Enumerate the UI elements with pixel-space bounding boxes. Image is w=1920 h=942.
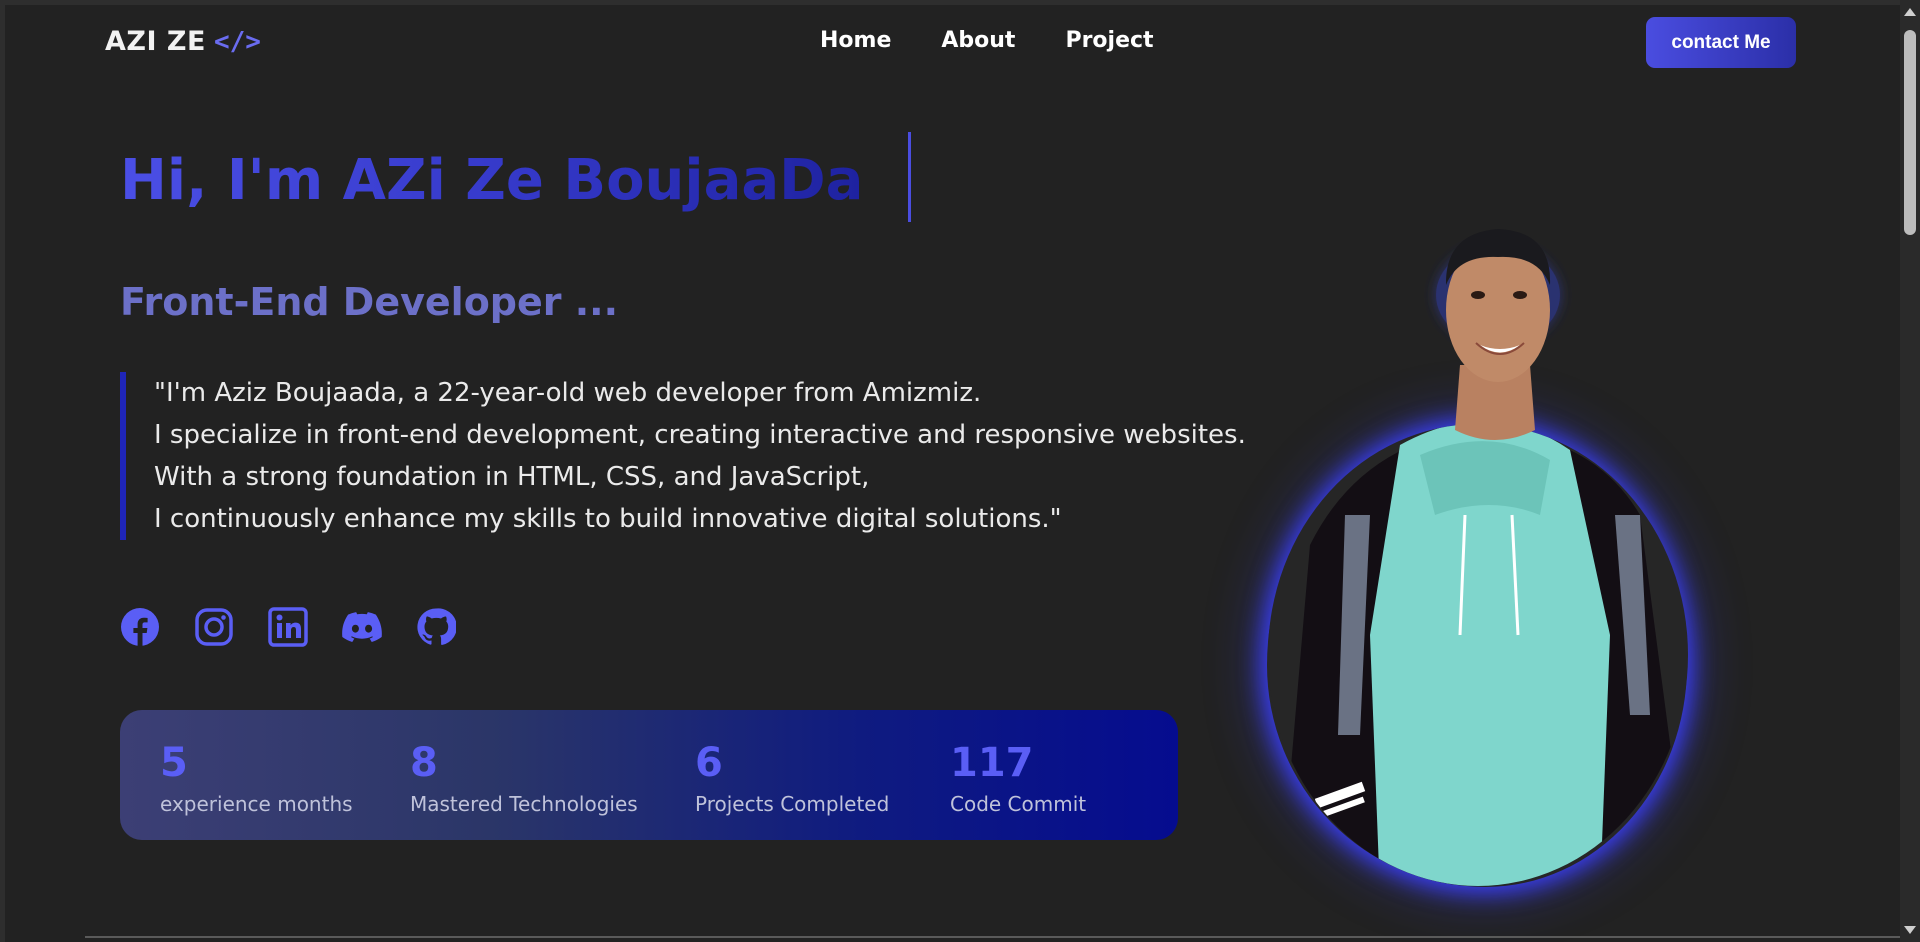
social-links	[120, 607, 490, 647]
stat-value: 6	[695, 740, 723, 786]
main-nav: Home About Project	[820, 28, 1154, 53]
facebook-icon[interactable]	[120, 607, 160, 647]
section-divider	[85, 936, 1900, 938]
contact-button[interactable]: contact Me	[1646, 17, 1796, 68]
nav-link-project[interactable]: Project	[1065, 28, 1153, 53]
hero-subtitle: Front-End Developer ...	[120, 280, 619, 324]
stats-card: 5 experience months 8 Mastered Technolog…	[120, 710, 1178, 840]
bio-line: I specialize in front-end development, c…	[154, 420, 1246, 450]
stat-value: 5	[160, 740, 188, 786]
logo-text: AZI ZE	[105, 26, 206, 57]
scroll-up-icon[interactable]	[1904, 8, 1916, 16]
hero-title: Hi, I'm AZi Ze BoujaaDa	[120, 145, 863, 217]
github-icon[interactable]	[416, 607, 456, 647]
bio-quote: "I'm Aziz Boujaada, a 22-year-old web de…	[120, 372, 1246, 540]
instagram-icon[interactable]	[194, 607, 234, 647]
discord-icon[interactable]	[342, 607, 382, 647]
stat-value: 117	[950, 740, 1034, 786]
profile-photo	[1268, 229, 1688, 886]
stat-commits: 117 Code Commit	[950, 740, 1086, 816]
typing-cursor	[908, 132, 911, 222]
site-logo[interactable]: AZI ZE </>	[105, 26, 261, 57]
bio-line: "I'm Aziz Boujaada, a 22-year-old web de…	[154, 378, 982, 408]
stat-value: 8	[410, 740, 438, 786]
stat-projects: 6 Projects Completed	[695, 740, 889, 816]
scroll-down-icon[interactable]	[1904, 926, 1916, 934]
nav-link-home[interactable]: Home	[820, 28, 891, 53]
stat-technologies: 8 Mastered Technologies	[410, 740, 638, 816]
linkedin-icon[interactable]	[268, 607, 308, 647]
bio-line: With a strong foundation in HTML, CSS, a…	[154, 462, 870, 492]
vertical-scrollbar[interactable]	[1900, 0, 1920, 942]
stat-experience: 5 experience months	[160, 740, 353, 816]
bio-line: I continuously enhance my skills to buil…	[154, 504, 1062, 534]
scrollbar-thumb[interactable]	[1904, 30, 1916, 235]
stat-label: Projects Completed	[695, 792, 890, 816]
nav-link-about[interactable]: About	[941, 28, 1015, 53]
stat-label: Code Commit	[950, 792, 1087, 816]
stat-label: Mastered Technologies	[410, 792, 638, 816]
code-icon: </>	[213, 26, 261, 57]
stat-label: experience months	[160, 792, 353, 816]
